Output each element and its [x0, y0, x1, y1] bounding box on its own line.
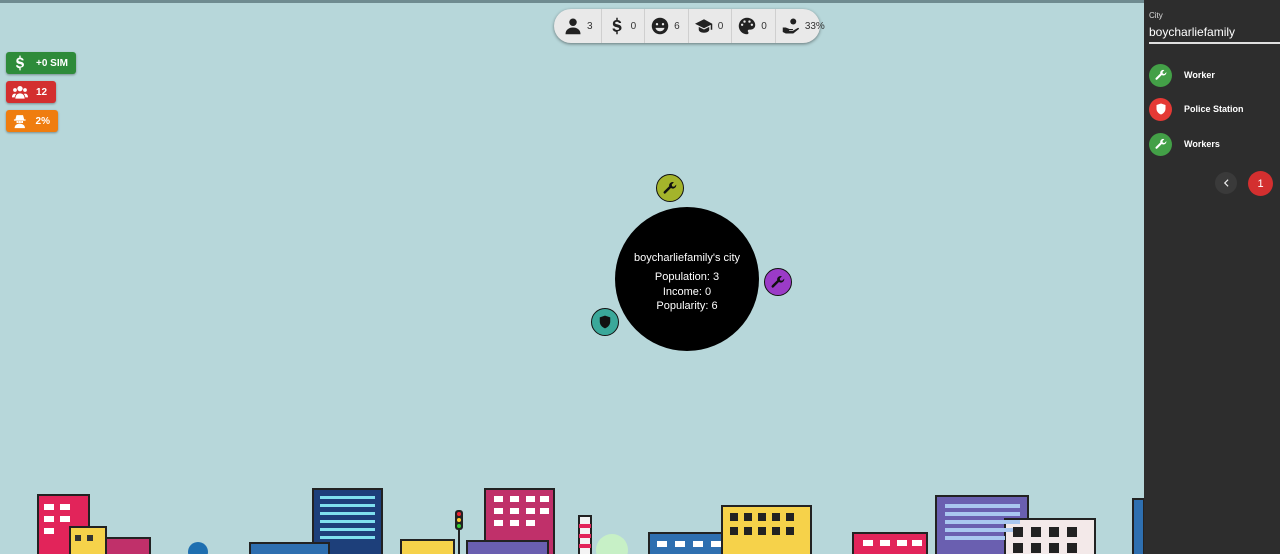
city-title: boycharliefamily's city	[633, 252, 741, 264]
police-icon	[1149, 97, 1172, 121]
person-icon	[565, 18, 581, 35]
orbit-worker-right[interactable]	[764, 268, 792, 296]
stat-value: 3	[587, 20, 593, 32]
orbit-worker-top[interactable]	[656, 174, 684, 202]
stat-education[interactable]: 0	[689, 9, 733, 43]
city-popularity: Popularity: 6	[656, 300, 718, 312]
stat-value: 0	[761, 20, 767, 32]
stat-money[interactable]: 0	[602, 9, 646, 43]
stat-value: 33%	[804, 20, 825, 32]
chevron-left-icon	[1223, 179, 1229, 187]
wrench-icon	[663, 182, 677, 194]
stat-population[interactable]: 3	[558, 9, 602, 43]
stat-value: 6	[674, 20, 680, 32]
smile-icon	[651, 17, 669, 35]
field-underline	[1149, 42, 1280, 44]
sidebar-item-label: Police Station	[1184, 104, 1244, 114]
money-badge[interactable]: +0 SIM	[6, 52, 76, 74]
sidebar-item-worker[interactable]: Worker	[1149, 63, 1215, 87]
city-population: Population: 3	[654, 271, 720, 283]
stat-popularity[interactable]: 6	[645, 9, 689, 43]
sidebar-item-police-station[interactable]: Police Station	[1149, 97, 1244, 121]
sidebar-item-label: Workers	[1184, 139, 1220, 149]
stat-value: 0	[630, 20, 637, 32]
city-label: City	[1149, 11, 1163, 20]
previous-page-button[interactable]	[1215, 172, 1237, 194]
sidebar-item-label: Worker	[1184, 70, 1215, 80]
city-name-field[interactable]: boycharliefamily	[1149, 25, 1235, 39]
money-badge-label: +0 SIM	[36, 57, 68, 69]
dollar-icon	[612, 17, 622, 35]
stat-tax[interactable]: 33%	[776, 9, 833, 43]
orbit-police[interactable]	[591, 308, 619, 336]
sidebar: City boycharliefamily Worker Police Stat…	[1144, 0, 1280, 554]
users-icon	[12, 86, 28, 99]
wrench-icon	[1149, 132, 1172, 156]
stat-value: 0	[717, 20, 724, 32]
crime-badge[interactable]: 2%	[6, 110, 58, 132]
stats-bar: 3 0 6 0 0 33%	[554, 9, 825, 43]
page-number-button[interactable]: 1	[1248, 171, 1273, 196]
people-badge[interactable]: 12	[6, 81, 56, 103]
thief-icon	[13, 115, 26, 129]
crime-badge-label: 2%	[35, 115, 50, 127]
stat-culture[interactable]: 0	[732, 9, 776, 43]
sidebar-item-workers[interactable]: Workers	[1149, 132, 1220, 156]
city-skyline-illustration	[37, 488, 1144, 554]
wrench-icon	[771, 276, 785, 288]
hand-coin-icon	[782, 18, 799, 34]
wrench-icon	[1149, 63, 1172, 87]
people-badge-label: 12	[36, 86, 48, 98]
city-income: Income: 0	[662, 286, 712, 298]
top-border	[0, 0, 1144, 3]
dollar-icon	[16, 55, 24, 71]
graduation-cap-icon	[694, 19, 712, 33]
city-circle[interactable]: boycharliefamily's city Population: 3 In…	[615, 207, 759, 351]
palette-icon	[739, 17, 756, 35]
police-icon	[599, 315, 611, 329]
